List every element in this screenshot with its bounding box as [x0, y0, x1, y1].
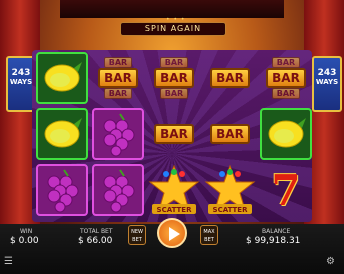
bar-label: BAR — [159, 88, 189, 99]
bar-label: BAR — [103, 57, 133, 68]
scatter-label: SCATTER — [157, 206, 193, 214]
scatter-symbol: SCATTER — [148, 164, 200, 216]
grapes-symbol — [92, 108, 144, 160]
scatter-symbol: SCATTER — [204, 164, 256, 216]
new-bet-button[interactable]: NEW BET — [128, 225, 146, 245]
ways-badge-right: 243 WAYS — [312, 56, 342, 112]
bar-label: BAR — [271, 57, 301, 68]
bar-label: BAR — [271, 88, 301, 99]
bar-label: BAR — [154, 124, 194, 144]
bar-label: BAR — [98, 68, 138, 88]
bar-label: BAR — [154, 68, 194, 88]
spin-again-banner: SPIN AGAIN — [120, 22, 226, 36]
lemon-symbol — [36, 108, 88, 160]
total-bet-value: $ 66.00 — [78, 236, 113, 246]
settings-icon[interactable]: ⚙ — [326, 256, 335, 267]
bar-symbol: BAR BAR BAR — [92, 52, 144, 104]
menu-icon[interactable]: ☰ — [4, 256, 13, 267]
bar-label: BAR — [103, 88, 133, 99]
win-value: $ 0.00 — [10, 236, 39, 246]
bar-symbol: BAR — [148, 108, 200, 160]
bar-symbol: BAR — [204, 52, 256, 104]
lemon-symbol — [36, 52, 88, 104]
bar-label: BAR — [266, 68, 306, 88]
scatter-label: SCATTER — [213, 206, 249, 214]
lemon-icon — [44, 62, 82, 92]
seven-label: 7 — [271, 165, 301, 215]
grapes-icon — [47, 169, 79, 213]
bar-symbol: BAR BAR BAR — [148, 52, 200, 104]
total-bet-label: TOTAL BET — [80, 228, 113, 235]
ways-label: WAYS — [9, 78, 33, 86]
bar-symbol: BAR — [204, 108, 256, 160]
star-icon: SCATTER — [204, 164, 256, 214]
bar-label: BAR — [159, 57, 189, 68]
grapes-symbol — [92, 164, 144, 216]
max-bet-button[interactable]: MAX BET — [200, 225, 218, 245]
seven-symbol: 7 — [260, 164, 312, 216]
bar-symbol: BAR BAR BAR — [260, 52, 312, 104]
spin-button[interactable] — [157, 218, 187, 248]
star-icon: SCATTER — [148, 164, 200, 214]
grapes-symbol — [36, 164, 88, 216]
bar-label: BAR — [210, 124, 250, 144]
grapes-icon — [103, 169, 135, 213]
grapes-icon — [103, 113, 135, 157]
lemon-icon — [268, 118, 306, 148]
balance-label: BALANCE — [262, 228, 291, 235]
bar-label: BAR — [210, 68, 250, 88]
ways-count: 243 — [317, 68, 337, 78]
win-label: WIN — [20, 228, 33, 235]
lemon-symbol — [260, 108, 312, 160]
reel-area: BAR BAR BAR BAR BAR BAR BAR BAR BAR BAR BAR BA… — [32, 50, 312, 222]
lemon-icon — [44, 118, 82, 148]
ways-label: WAYS — [315, 78, 339, 86]
ways-count: 243 — [11, 68, 31, 78]
balance-value: $ 99,918.31 — [246, 236, 301, 246]
